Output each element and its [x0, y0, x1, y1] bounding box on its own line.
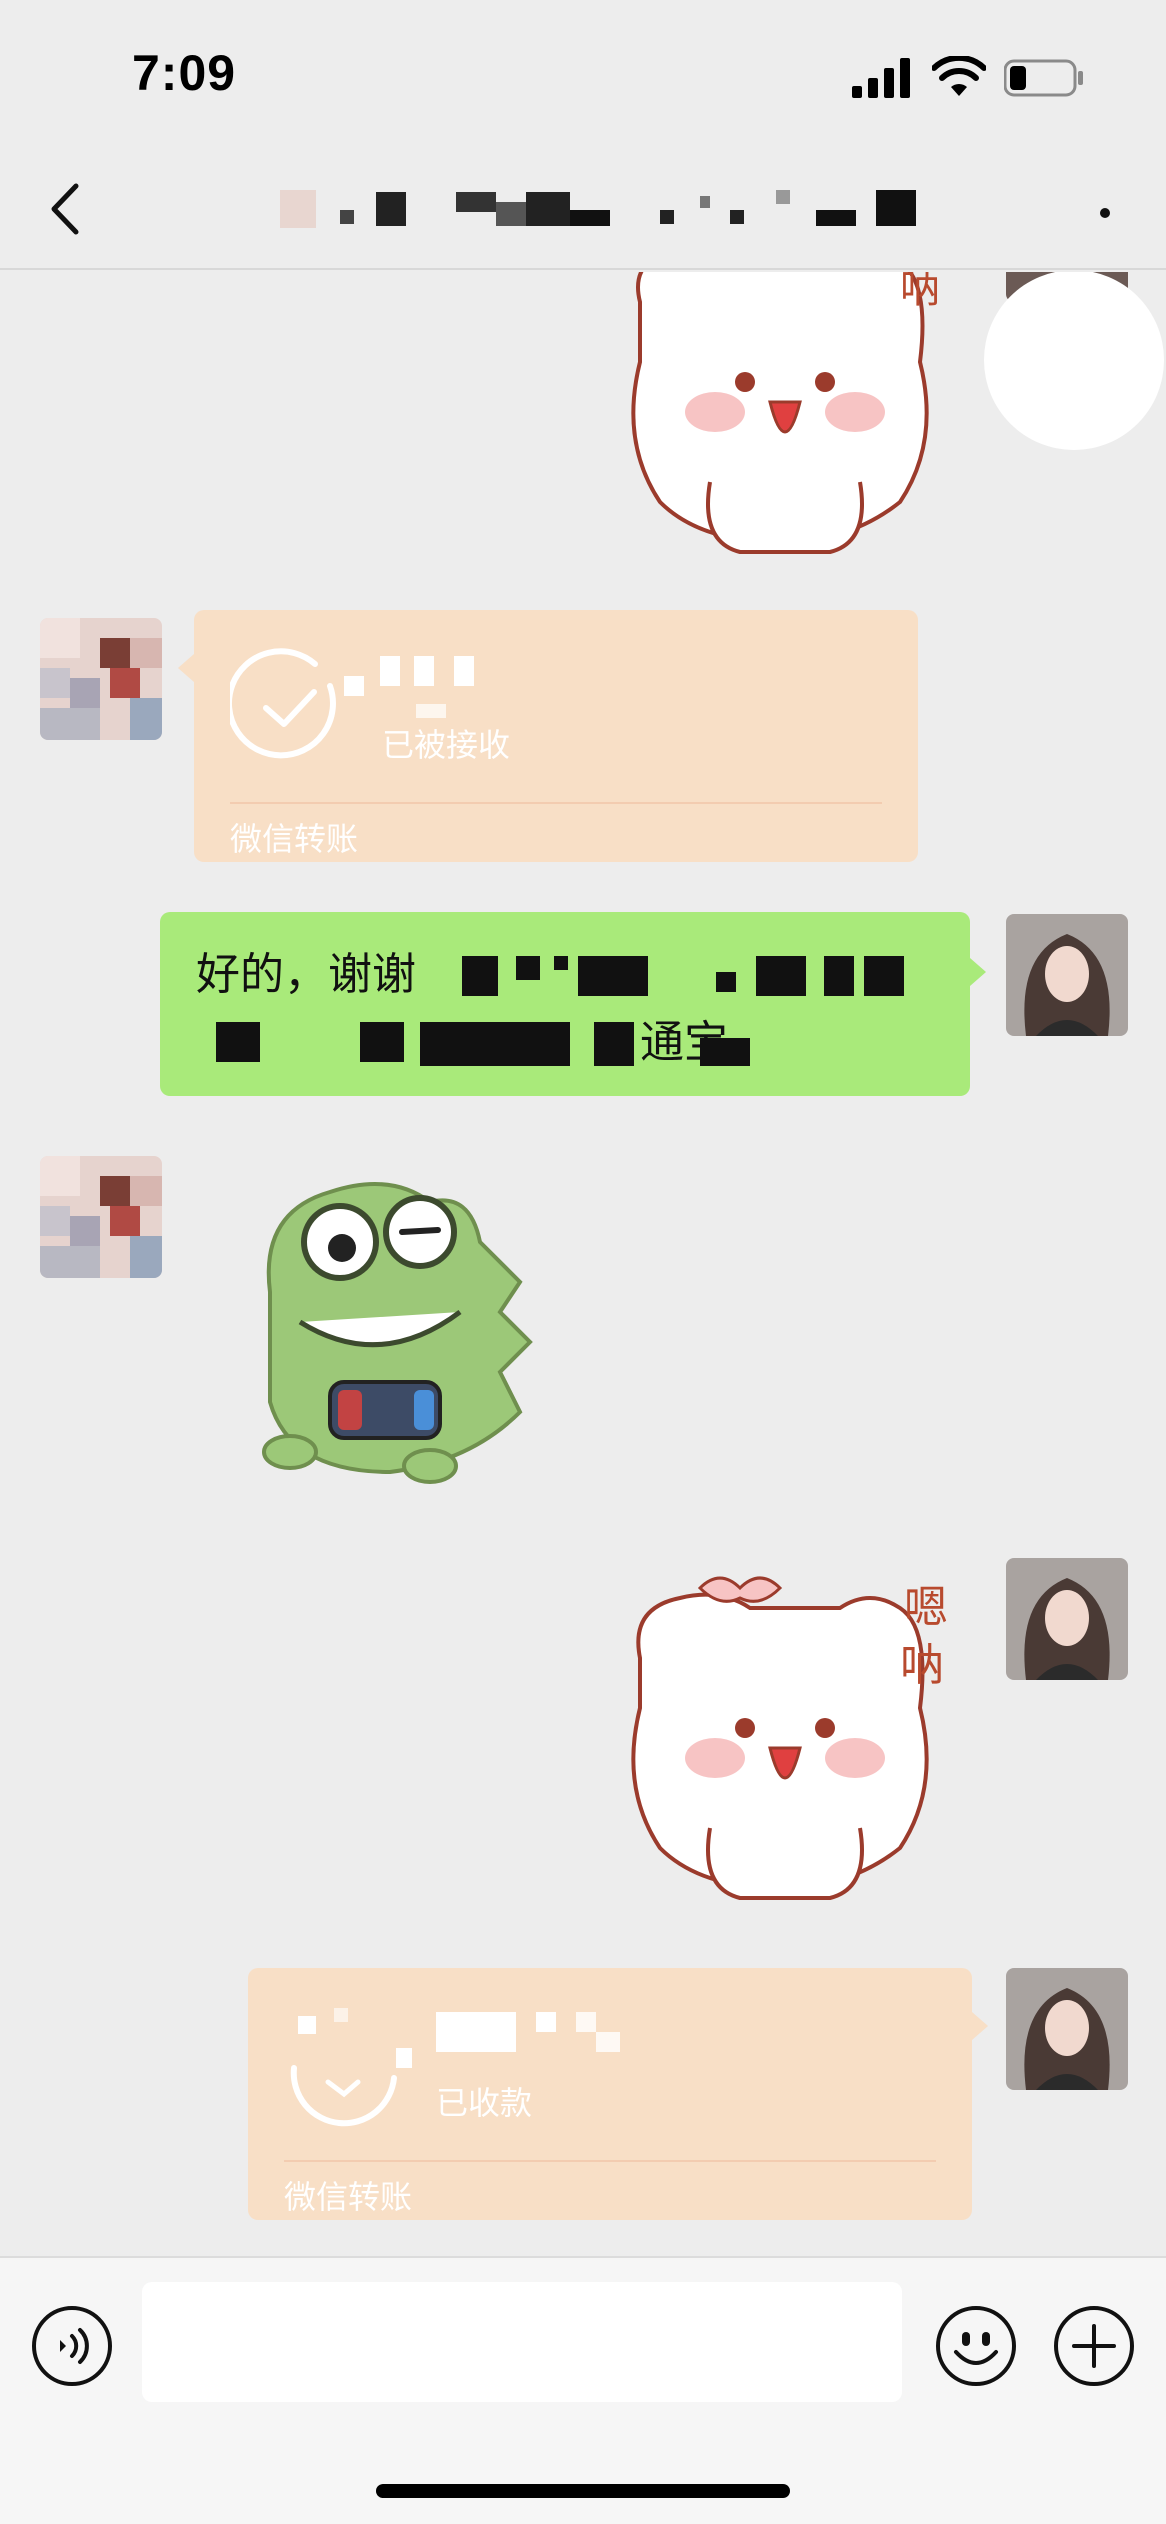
contact-avatar[interactable] — [40, 618, 162, 740]
green-frog-sticker[interactable] — [230, 1172, 540, 1492]
my-avatar[interactable] — [1006, 914, 1128, 1036]
message-text-line1: 好的，谢谢 — [196, 950, 416, 999]
contact-avatar-pixelated — [40, 618, 162, 740]
contact-avatar-pixelated — [40, 1156, 162, 1278]
voice-icon[interactable] — [30, 2304, 114, 2388]
chat-header — [0, 150, 1166, 270]
amount-pixelated — [344, 656, 524, 718]
battery-icon — [1004, 59, 1083, 97]
my-avatar[interactable] — [1006, 1968, 1128, 2090]
transfer-footer: 微信转账 — [230, 821, 359, 857]
my-avatar-image — [1006, 1968, 1128, 2090]
white-bunny-sticker[interactable]: 呐 — [600, 272, 970, 562]
my-text-message[interactable]: 好的，谢谢 通宝 — [160, 912, 986, 1096]
my-avatar-image — [1006, 1558, 1128, 1680]
emoji-icon[interactable] — [934, 2304, 1018, 2388]
contact-avatar[interactable] — [40, 1156, 162, 1278]
status-time: 7:09 — [132, 45, 237, 101]
message-input[interactable] — [142, 2282, 902, 2402]
status-bar: 7:09 — [0, 0, 1166, 150]
signal-icon — [852, 58, 910, 98]
transfer-status: 已收款 — [436, 2085, 533, 2121]
chat-title-pixelated — [280, 190, 916, 228]
home-indicator — [376, 2484, 790, 2498]
check-circle-icon — [230, 648, 336, 759]
more-icon[interactable] — [1090, 198, 1120, 228]
transfer-card-collected[interactable]: 已收款 微信转账 — [248, 1968, 988, 2220]
transfer-footer: 微信转账 — [284, 2179, 413, 2215]
sticker-caption: 呐 — [900, 272, 940, 312]
my-avatar-image — [1006, 914, 1128, 1036]
chat-message-list[interactable]: 呐 已被接收 微信转账 好的，谢谢 通宝 嗯 呐 已收款 微信转账 — [0, 272, 1166, 2257]
white-bunny-sticker[interactable]: 嗯 呐 — [600, 1548, 970, 1928]
chat-screen: 7:09 呐 已被接收 微信转账 好的，谢谢 通宝 嗯 呐 已收款 微信转账 — [0, 0, 1166, 2524]
my-avatar[interactable] — [1006, 1558, 1128, 1680]
white-circle-overlay — [984, 272, 1164, 450]
card-divider — [284, 2160, 936, 2162]
sticker-caption-line1: 嗯 — [904, 1582, 948, 1633]
transfer-card-received[interactable]: 已被接收 微信转账 — [178, 610, 918, 862]
sticker-caption-line2: 呐 — [900, 1640, 944, 1691]
amount-pixelated — [436, 2012, 656, 2052]
wifi-icon — [932, 56, 986, 96]
chevron-left-icon[interactable] — [40, 174, 90, 244]
transfer-status: 已被接收 — [382, 727, 511, 763]
card-divider — [230, 802, 882, 804]
plus-icon[interactable] — [1052, 2304, 1136, 2388]
transfer-arrow-icon — [290, 2008, 412, 2127]
